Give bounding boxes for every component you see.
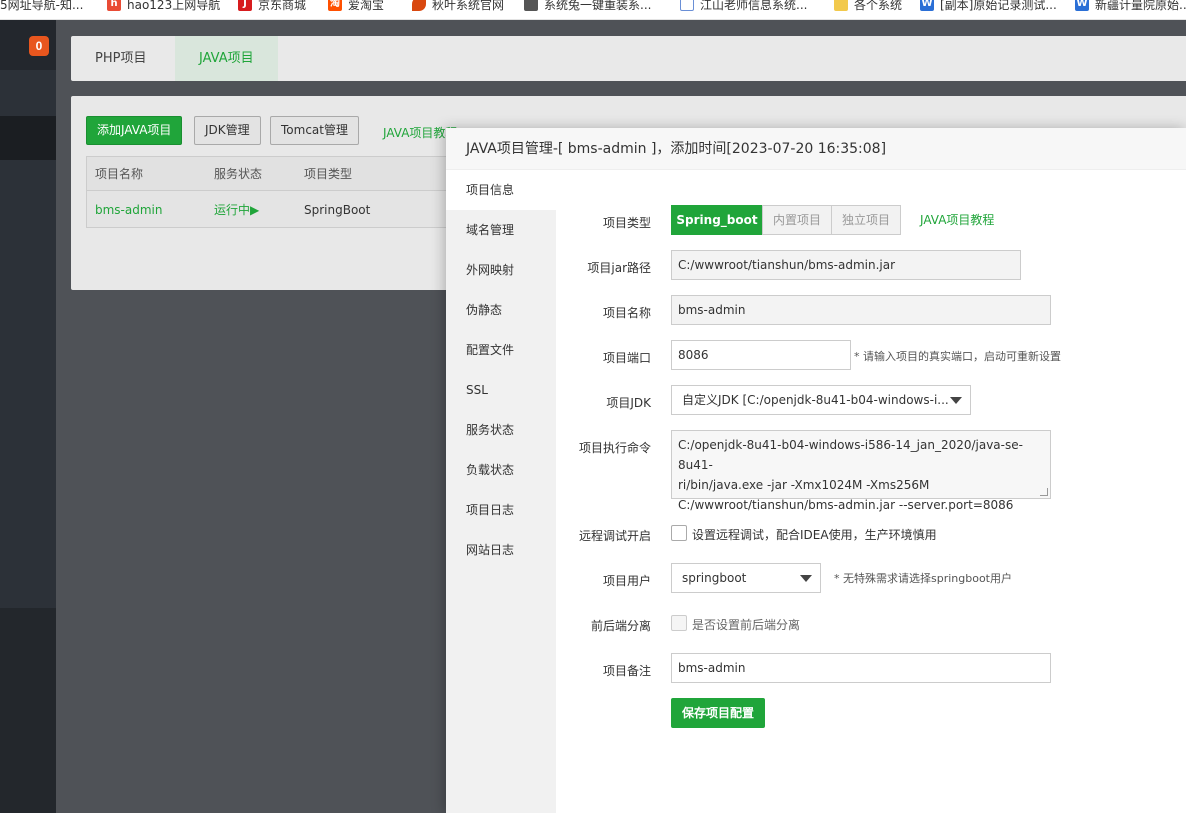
type-standalone-option[interactable]: 独立项目 <box>831 205 901 235</box>
chevron-down-icon <box>950 397 962 404</box>
remote-debug-checkbox[interactable] <box>671 525 687 541</box>
bookmark-label: 京东商城 <box>258 0 307 12</box>
nav-domain[interactable]: 域名管理 <box>446 210 556 250</box>
nav-site-log[interactable]: 网站日志 <box>446 530 556 570</box>
java-project-modal: JAVA项目管理-[ bms-admin ]，添加时间[2023-07-20 1… <box>446 128 1186 813</box>
bookmark-label: [副本]原始记录测试... <box>940 0 1057 12</box>
bookmark-item[interactable]: W [副本]原始记录测试... <box>920 0 1057 14</box>
status-running[interactable]: 运行中▶ <box>214 192 259 228</box>
sidebar: 0 <box>0 20 56 813</box>
bookmark-label: 江山老师信息系统... <box>700 0 808 12</box>
jdk-manage-button[interactable]: JDK管理 <box>194 116 261 145</box>
project-user-label: 项目用户 <box>602 574 651 588</box>
exec-command-textarea[interactable]: C:/openjdk-8u41-b04-windows-i586-14_jan_… <box>671 430 1051 512</box>
sidebar-item-active[interactable] <box>0 116 56 160</box>
project-type: SpringBoot <box>304 203 371 217</box>
word-doc-icon: W <box>1075 0 1089 11</box>
nav-rewrite[interactable]: 伪静态 <box>446 290 556 330</box>
project-jdk-label: 项目JDK <box>606 396 651 410</box>
chevron-down-icon <box>800 575 812 582</box>
project-tabs: PHP项目 JAVA项目 <box>71 36 1186 81</box>
type-builtin-option[interactable]: 内置项目 <box>762 205 832 235</box>
nav-project-info[interactable]: 项目信息 <box>446 170 556 210</box>
project-name-link[interactable]: bms-admin <box>95 192 163 228</box>
bookmark-item[interactable]: 系统兔一键重装系... <box>524 0 651 14</box>
bookmark-item[interactable]: W 新疆计量院原始... <box>1075 0 1186 14</box>
jdk-select[interactable]: 自定义JDK [C:/openjdk-8u41-b04-windows-i... <box>671 385 971 415</box>
sidebar-footer <box>0 608 56 813</box>
project-name-label: 项目名称 <box>602 306 651 320</box>
bookmark-label: hao123上网导航 <box>127 0 221 12</box>
type-springboot-option[interactable]: Spring_boot <box>671 205 763 235</box>
bookmark-label: 系统兔一键重装系... <box>544 0 652 12</box>
jar-path-label: 项目jar路径 <box>587 261 651 275</box>
folder-icon <box>834 0 848 11</box>
nav-config-file[interactable]: 配置文件 <box>446 330 556 370</box>
user-select-value: springboot <box>682 571 747 585</box>
bookmark-item[interactable]: 5网址导航-知... <box>0 0 83 14</box>
add-java-project-button[interactable]: 添加JAVA项目 <box>86 116 183 145</box>
bookmark-label: 爱淘宝 <box>348 0 385 12</box>
port-hint: * 请输入项目的真实端口，启动可重新设置 <box>854 350 1061 363</box>
word-doc-icon: W <box>920 0 934 11</box>
separation-label: 前后端分离 <box>590 619 651 633</box>
command-line: C:/wwwroot/tianshun/bms-admin.jar --serv… <box>678 498 1014 512</box>
resize-handle[interactable] <box>1040 488 1048 496</box>
jd-icon: J <box>238 0 252 11</box>
command-line: C:/openjdk-8u41-b04-windows-i586-14_jan_… <box>678 438 1023 472</box>
java-tutorial-link[interactable]: JAVA项目教程 <box>920 211 994 228</box>
bookmark-label: 各个系统 <box>854 0 903 12</box>
project-port-label: 项目端口 <box>602 351 651 365</box>
project-remark-label: 项目备注 <box>602 664 651 678</box>
bookmark-item[interactable]: 各个系统 <box>834 0 902 14</box>
bookmark-item[interactable]: h hao123上网导航 <box>107 0 220 14</box>
project-remark-input[interactable]: bms-admin <box>671 653 1051 683</box>
jar-path-input[interactable]: C:/wwwroot/tianshun/bms-admin.jar <box>671 250 1021 280</box>
user-hint: * 无特殊需求请选择springboot用户 <box>834 572 1012 585</box>
jdk-select-value: 自定义JDK [C:/openjdk-8u41-b04-windows-i... <box>682 393 949 407</box>
column-header-name[interactable]: 项目名称 <box>95 157 143 191</box>
separation-text: 是否设置前后端分离 <box>692 618 801 632</box>
bookmark-label: 新疆计量院原始... <box>1095 0 1186 12</box>
nav-external-map[interactable]: 外网映射 <box>446 250 556 290</box>
leaf-icon <box>412 0 426 11</box>
modal-nav: 项目信息 域名管理 外网映射 伪静态 配置文件 SSL 服务状态 负载状态 项目… <box>446 170 556 813</box>
bookmark-item[interactable]: 淘 爱淘宝 <box>328 0 384 14</box>
project-name-input[interactable]: bms-admin <box>671 295 1051 325</box>
tomcat-manage-button[interactable]: Tomcat管理 <box>270 116 359 145</box>
page-icon <box>680 0 694 11</box>
project-type-label: 项目类型 <box>602 216 651 230</box>
rabbit-icon <box>524 0 538 11</box>
bookmark-item[interactable]: 江山老师信息系统... <box>680 0 807 14</box>
nav-service-status[interactable]: 服务状态 <box>446 410 556 450</box>
bookmark-item[interactable]: J 京东商城 <box>238 0 306 14</box>
tab-php[interactable]: PHP项目 <box>71 36 170 81</box>
modal-title: JAVA项目管理-[ bms-admin ]，添加时间[2023-07-20 1… <box>446 128 1186 170</box>
column-header-type[interactable]: 项目类型 <box>304 157 352 191</box>
command-line: ri/bin/java.exe -jar -Xmx1024M -Xms256M <box>678 478 930 492</box>
project-table: 项目名称 服务状态 项目类型 bms-admin 运行中▶ SpringBoot <box>86 156 486 228</box>
remote-debug-text: 设置远程调试，配合IDEA使用，生产环境慎用 <box>692 528 937 542</box>
bookmark-label: 5网址导航-知... <box>0 0 84 12</box>
bookmarks-bar: 5网址导航-知... h hao123上网导航 J 京东商城 淘 爱淘宝 秋叶系… <box>0 0 1186 20</box>
exec-command-label: 项目执行命令 <box>578 441 651 455</box>
remote-debug-label: 远程调试开启 <box>578 529 651 543</box>
tab-java[interactable]: JAVA项目 <box>175 36 278 81</box>
nav-ssl[interactable]: SSL <box>446 370 556 410</box>
table-header <box>87 157 485 191</box>
project-port-input[interactable]: 8086 <box>671 340 851 370</box>
notification-badge[interactable]: 0 <box>29 36 49 56</box>
save-config-button[interactable]: 保存项目配置 <box>671 698 766 728</box>
separation-checkbox[interactable] <box>671 615 687 631</box>
project-user-select[interactable]: springboot <box>671 563 821 593</box>
bookmark-label: 秋叶系统官网 <box>432 0 505 12</box>
bookmark-item[interactable]: 秋叶系统官网 <box>412 0 504 14</box>
nav-load-status[interactable]: 负载状态 <box>446 450 556 490</box>
aitaobao-icon: 淘 <box>328 0 342 11</box>
nav-project-log[interactable]: 项目日志 <box>446 490 556 530</box>
column-header-status[interactable]: 服务状态 <box>214 157 262 191</box>
hao123-icon: h <box>107 0 121 11</box>
